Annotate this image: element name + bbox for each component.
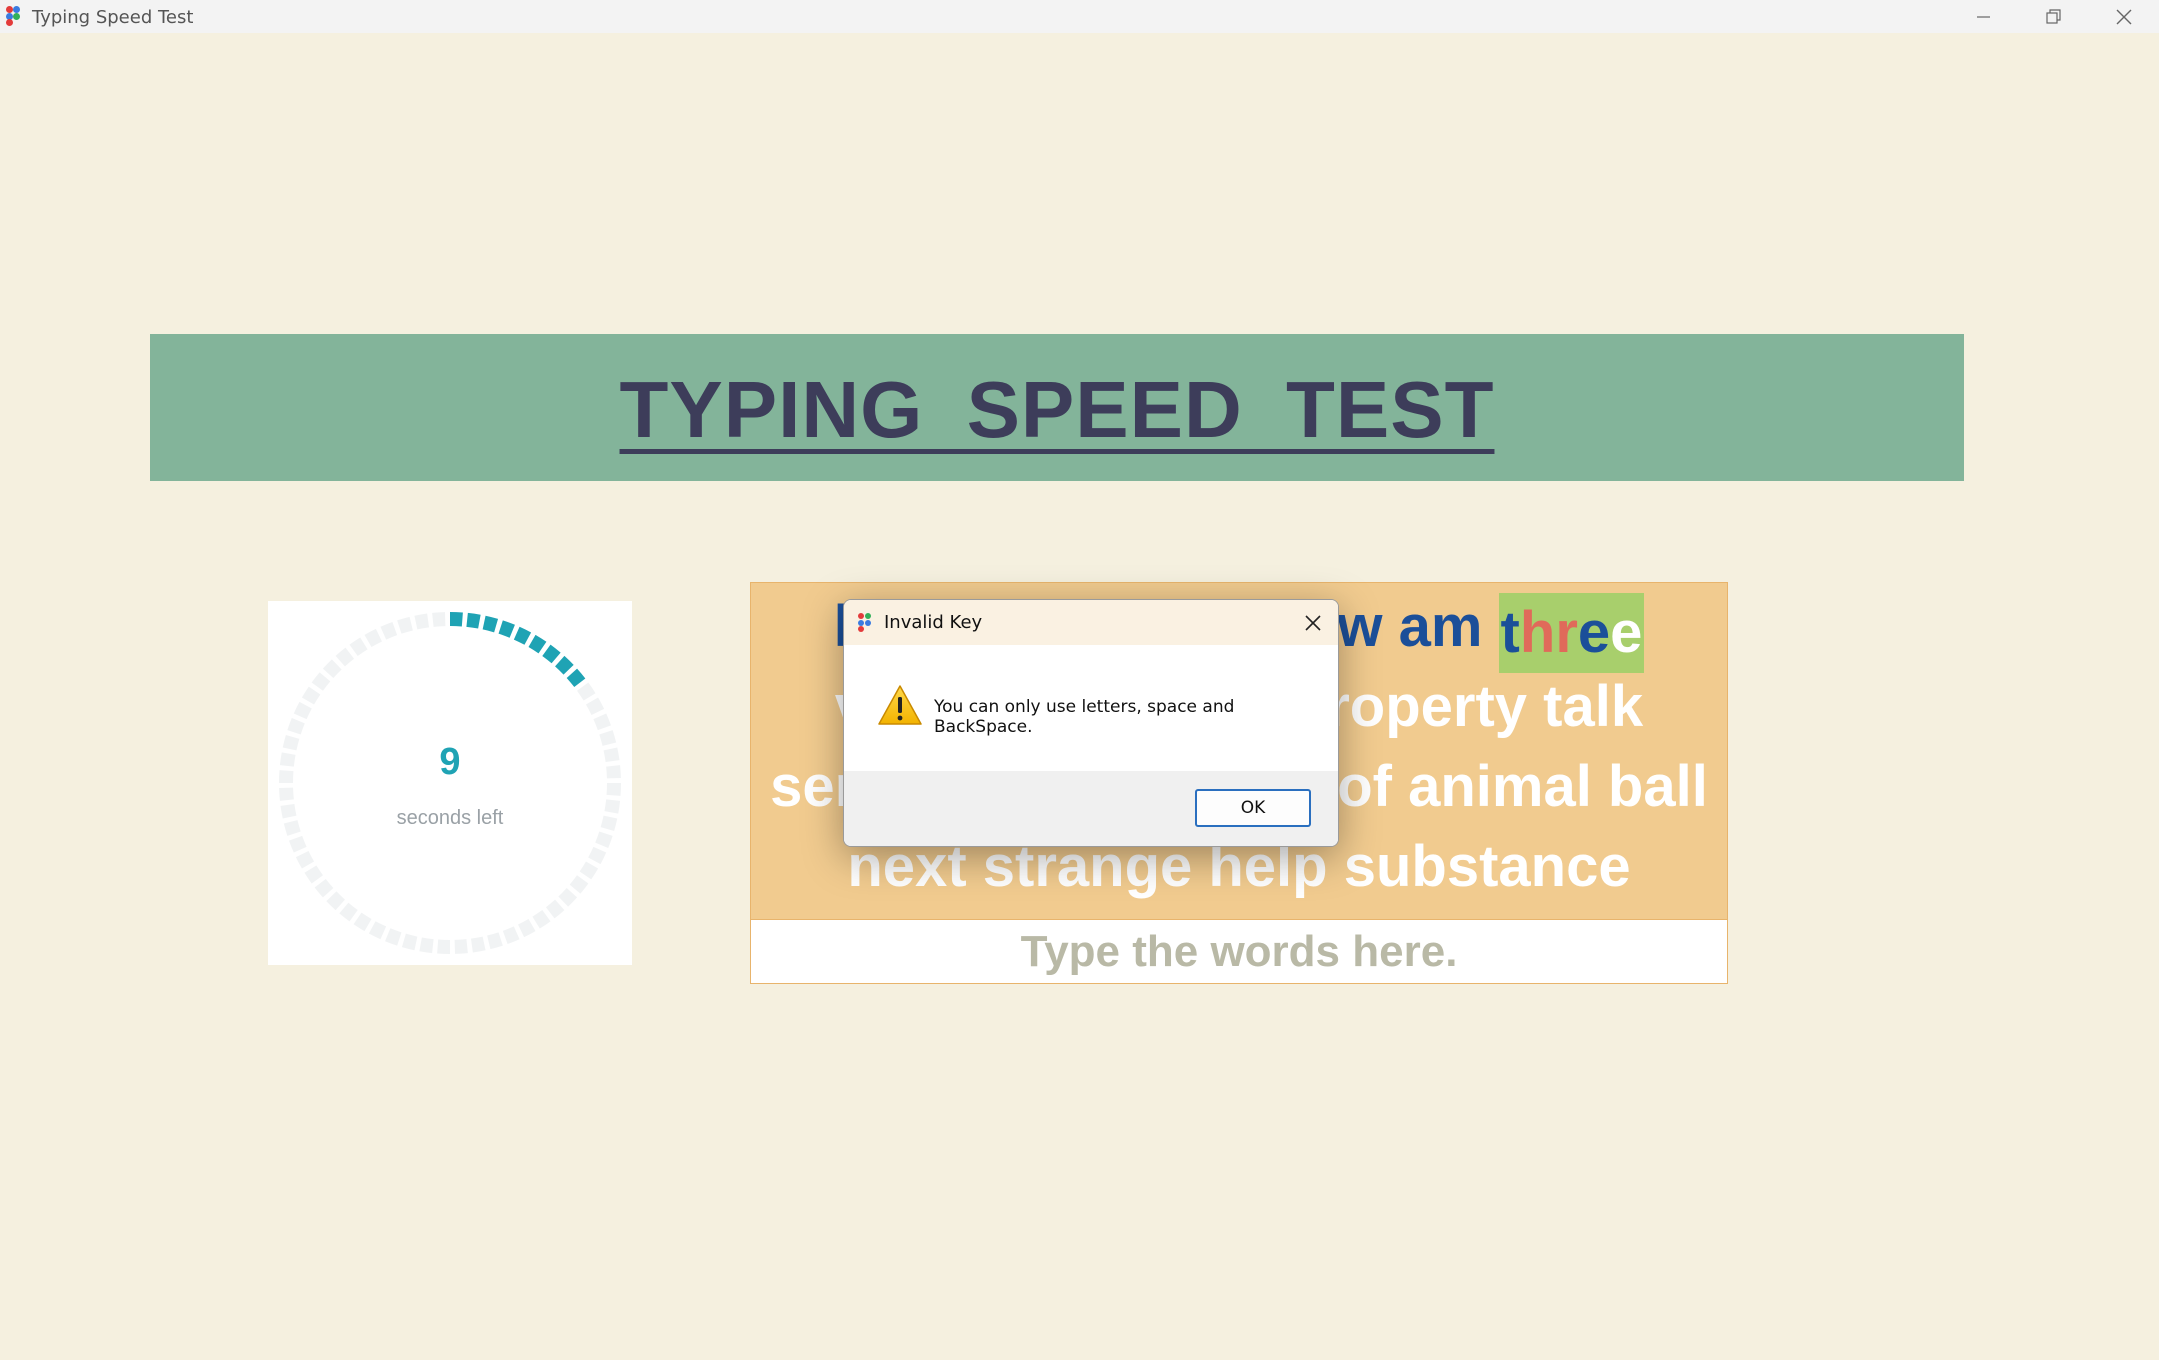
close-icon [2116,9,2132,25]
timer-track-segment [470,936,486,953]
dialog-body: You can only use letters, space and Back… [844,645,1338,771]
timer-track-segment [322,659,342,678]
minimize-icon [1977,16,1990,18]
word-line-2-end: roperty talk [1327,674,1644,739]
timer-track-segment [304,865,324,884]
timer-arc-segment [542,644,561,664]
timer-arc-segment [555,655,574,675]
timer-track-segment [288,835,307,853]
timer-track-segment [335,647,355,667]
timer-track-segment [576,682,596,701]
timer-track-segment [397,616,413,634]
current-word-letter: e [1577,600,1611,665]
timer-track-segment [301,686,321,705]
current-word-letter: e [1610,600,1643,665]
timer-track-segment [353,912,372,932]
dialog-title: Invalid Key [884,612,983,633]
dialog-message: You can only use letters, space and Back… [934,697,1235,737]
timer-track-segment [532,909,551,929]
timer-track-segment [585,697,605,716]
timer-track-segment [385,928,402,946]
restore-icon [2046,9,2061,24]
ok-button[interactable]: OK [1195,789,1311,827]
timer-track-segment [293,701,312,720]
timer-track-segment [517,918,536,938]
timer-track-segment [558,888,578,907]
timer-arc-segment [482,615,499,633]
header-banner: TYPING SPEED TEST [150,334,1964,481]
timer-label: seconds left [396,807,504,829]
timer-track-segment [364,628,383,648]
page-title: TYPING SPEED TEST [619,365,1495,454]
current-word-letter: t [1500,600,1520,665]
timer-track-segment [368,921,387,940]
timer-track-segment [287,718,305,735]
timer-seconds: 9 [439,741,461,783]
timer-track-segment [588,846,607,865]
timer-track-segment [295,850,315,869]
timer-arc-segment [466,612,481,629]
timer-track-segment [579,861,599,880]
app-icon [6,6,26,26]
invalid-key-dialog: Invalid Key You can only use letters, sp… [843,599,1339,847]
current-word: three [1498,593,1645,673]
window-title: Typing Speed Test [32,7,194,28]
timer-track-segment [593,713,612,731]
minimize-button[interactable] [1948,0,2018,33]
timer-track-segment [311,672,331,691]
timer-track-segment [349,637,368,657]
timer-track-segment [454,939,468,954]
current-word-letter: r [1555,600,1578,665]
timer-track-segment [432,612,446,627]
timer-track-segment [414,613,430,630]
dialog-close-button[interactable] [1300,610,1326,636]
timer-track-segment [487,932,503,950]
current-word-letter: h [1519,600,1556,665]
timer-track-segment [279,787,294,801]
countdown-timer: 9 seconds left [268,601,632,965]
dialog-titlebar: Invalid Key [844,600,1338,645]
timer-track-segment [401,933,418,951]
timer-track-segment [595,831,613,848]
timer-arc-segment [498,620,515,638]
window-titlebar: Typing Speed Test [0,0,2159,33]
timer-track-segment [569,875,589,894]
timer-track-segment [326,891,345,911]
timer-track-segment [502,926,520,945]
word-line-3-end: of animal ball [1337,754,1708,819]
timer-track-segment [380,621,398,640]
timer-arc-segment [528,634,547,654]
close-icon [1305,615,1321,631]
timer-track-segment [339,902,358,922]
timer-track-segment [314,878,334,898]
dialog-app-icon [858,613,878,633]
timer-track-segment [419,937,434,954]
timer-track-segment [545,899,565,919]
warning-icon [878,685,922,725]
close-window-button[interactable] [2089,0,2159,33]
restore-button[interactable] [2018,0,2088,33]
timer-arc-segment [566,668,586,688]
timer-arc-segment [513,626,532,645]
typing-input[interactable] [750,920,1728,984]
dialog-footer: OK [844,771,1338,846]
